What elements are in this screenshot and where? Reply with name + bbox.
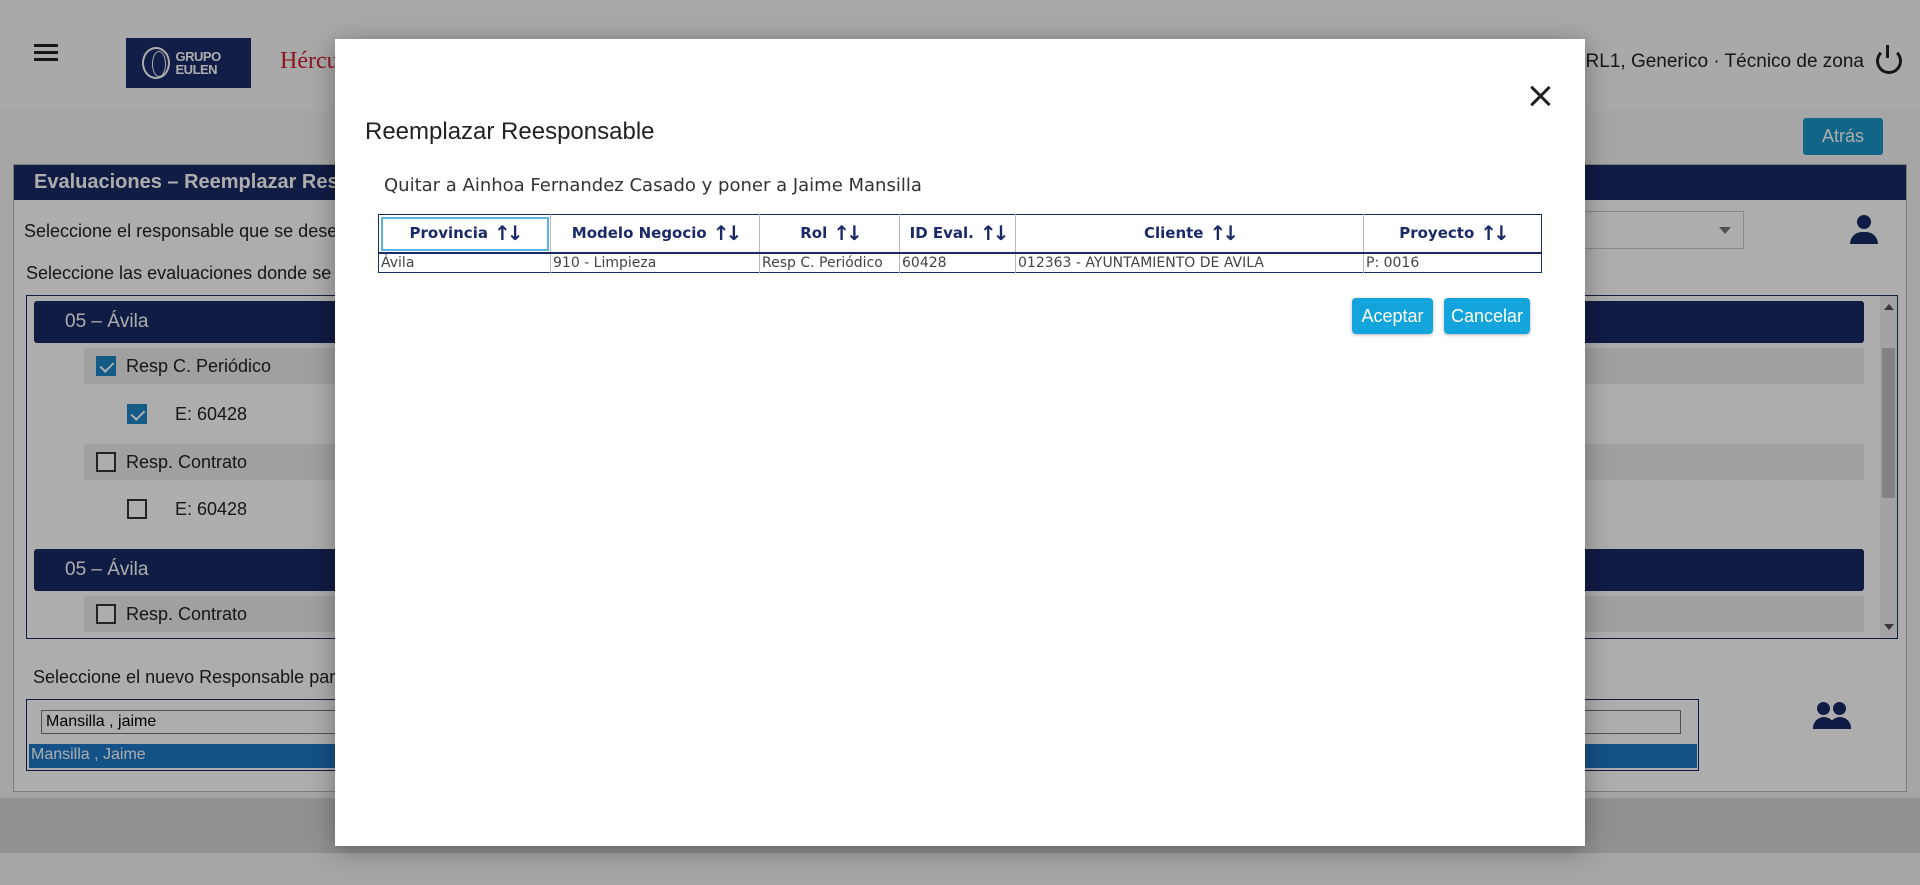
cancel-button[interactable]: Cancelar bbox=[1444, 298, 1530, 334]
sort-icon[interactable]: ↑↓ bbox=[1209, 221, 1238, 245]
sort-icon[interactable]: ↑↓ bbox=[494, 221, 523, 245]
dialog-title: Reemplazar Reesponsable bbox=[365, 118, 655, 145]
dialog-description: Quitar a Ainhoa Fernandez Casado y poner… bbox=[384, 175, 922, 196]
cell-proyecto: P: 0016 bbox=[1366, 254, 1420, 271]
cell-cliente: 012363 - AYUNTAMIENTO DE AVILA bbox=[1015, 252, 1364, 273]
cell-rol: Resp C. Periódico bbox=[759, 252, 900, 273]
table-row[interactable]: Ávila 910 - Limpieza Resp C. Periódico 6… bbox=[378, 252, 1542, 273]
column-header-provincia[interactable]: Provincia ↑↓ bbox=[378, 214, 551, 254]
column-header-id-eval[interactable]: ID Eval. ↑↓ bbox=[899, 214, 1016, 254]
evaluations-table: Provincia ↑↓ Modelo Negocio ↑↓ Rol ↑↓ ID Ev… bbox=[378, 214, 1542, 273]
column-header-rol[interactable]: Rol ↑↓ bbox=[759, 214, 900, 254]
column-header-cliente[interactable]: Cliente ↑↓ bbox=[1015, 214, 1364, 254]
cell-modelo-negocio: 910 - Limpieza bbox=[550, 252, 760, 273]
sort-icon[interactable]: ↑↓ bbox=[713, 221, 742, 245]
cell-id-eval: 60428 bbox=[899, 252, 1016, 273]
accept-button[interactable]: Aceptar bbox=[1352, 298, 1433, 334]
sort-icon[interactable]: ↑↓ bbox=[980, 221, 1009, 245]
column-header-proyecto[interactable]: Proyecto ↑↓ bbox=[1363, 214, 1542, 254]
sort-icon[interactable]: ↑↓ bbox=[833, 221, 862, 245]
cell-provincia: Ávila bbox=[378, 252, 551, 273]
column-header-modelo-negocio[interactable]: Modelo Negocio ↑↓ bbox=[550, 214, 760, 254]
close-icon[interactable] bbox=[1529, 85, 1551, 107]
replace-responsable-dialog: Reemplazar Reesponsable Quitar a Ainhoa … bbox=[335, 39, 1585, 846]
sort-icon[interactable]: ↑↓ bbox=[1480, 221, 1509, 245]
table-header-row: Provincia ↑↓ Modelo Negocio ↑↓ Rol ↑↓ ID Ev… bbox=[378, 214, 1542, 254]
